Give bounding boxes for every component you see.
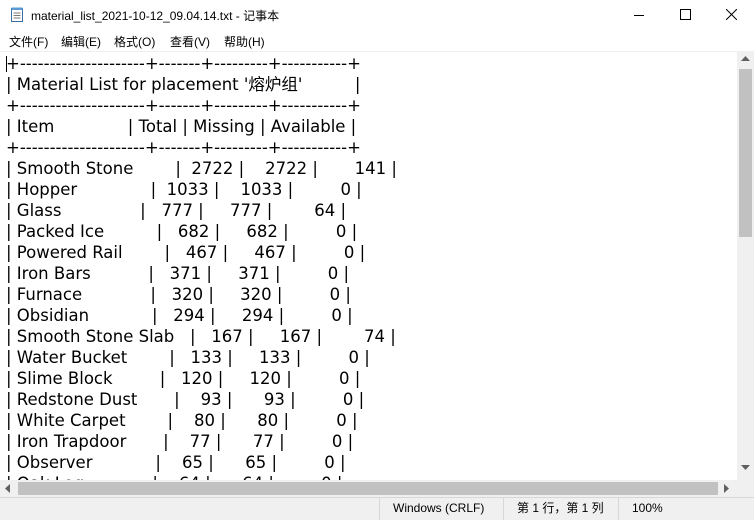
status-cursor-position: 第 1 行，第 1 列	[503, 498, 618, 520]
text-line: | Glass | 777 | 777 | 64 |	[6, 201, 347, 220]
editor-text: +---------------------+-------+---------…	[6, 53, 397, 481]
scroll-down-arrow-icon[interactable]	[741, 465, 750, 471]
text-line: +---------------------+-------+---------…	[6, 96, 361, 115]
minimize-button[interactable]	[616, 0, 662, 30]
status-zoom: 100%	[618, 498, 754, 520]
vertical-scrollbar[interactable]	[737, 51, 754, 480]
text-line: | Furnace | 320 | 320 | 0 |	[6, 285, 351, 304]
text-line: | Observer | 65 | 65 | 0 |	[6, 453, 346, 472]
title-bar[interactable]: material_list_2021-10-12_09.04.14.txt - …	[0, 0, 754, 30]
text-editor[interactable]: +---------------------+-------+---------…	[0, 51, 737, 481]
text-line: | Hopper | 1033 | 1033 | 0 |	[6, 180, 362, 199]
text-line: | White Carpet | 80 | 80 | 0 |	[6, 411, 358, 430]
horizontal-scroll-thumb[interactable]	[18, 482, 718, 495]
text-line: | Slime Block | 120 | 120 | 0 |	[6, 369, 361, 388]
close-button[interactable]	[708, 0, 754, 30]
text-line: +---------------------+-------+---------…	[6, 54, 361, 73]
text-line: +---------------------+-------+---------…	[6, 138, 361, 157]
maximize-button[interactable]	[662, 0, 708, 30]
notepad-icon[interactable]	[11, 7, 23, 22]
text-line: | Obsidian | 294 | 294 | 0 |	[6, 306, 353, 325]
text-line: | Iron Trapdoor | 77 | 77 | 0 |	[6, 432, 354, 451]
menu-format[interactable]: 格式(O)	[114, 33, 155, 50]
text-line: | Smooth Stone Slab | 167 | 167 | 74 |	[6, 327, 396, 346]
text-line: | Material List for placement '熔炉组' |	[6, 75, 361, 94]
menu-help[interactable]: 帮助(H)	[224, 33, 265, 50]
text-line: | Powered Rail | 467 | 467 | 0 |	[6, 243, 366, 262]
text-line: | Item | Total | Missing | Available |	[6, 117, 357, 136]
vertical-scroll-thumb[interactable]	[739, 69, 752, 237]
close-icon	[726, 9, 737, 20]
scroll-up-arrow-icon[interactable]	[741, 56, 750, 62]
status-bar: Windows (CRLF) 第 1 行，第 1 列 100%	[0, 497, 754, 520]
horizontal-scrollbar[interactable]	[0, 480, 737, 497]
scroll-right-arrow-icon[interactable]	[724, 484, 730, 493]
text-line: | Water Bucket | 133 | 133 | 0 |	[6, 348, 370, 367]
window-title: material_list_2021-10-12_09.04.14.txt - …	[31, 9, 280, 23]
menu-file[interactable]: 文件(F)	[9, 33, 48, 50]
menu-bar: 文件(F) 编辑(E) 格式(O) 查看(V) 帮助(H)	[0, 30, 754, 51]
menu-edit[interactable]: 编辑(E)	[61, 33, 101, 50]
menu-view[interactable]: 查看(V)	[170, 33, 210, 50]
text-line: | Smooth Stone | 2722 | 2722 | 141 |	[6, 159, 397, 178]
maximize-icon	[680, 9, 691, 20]
text-line: | Packed Ice | 682 | 682 | 0 |	[6, 222, 358, 241]
text-caret	[6, 56, 7, 72]
scrollbar-corner	[737, 480, 754, 497]
scroll-left-arrow-icon[interactable]	[5, 484, 11, 493]
status-line-ending: Windows (CRLF)	[379, 498, 503, 520]
text-line: | Iron Bars | 371 | 371 | 0 |	[6, 264, 350, 283]
text-line: | Redstone Dust | 93 | 93 | 0 |	[6, 390, 365, 409]
minimize-icon	[634, 15, 644, 16]
